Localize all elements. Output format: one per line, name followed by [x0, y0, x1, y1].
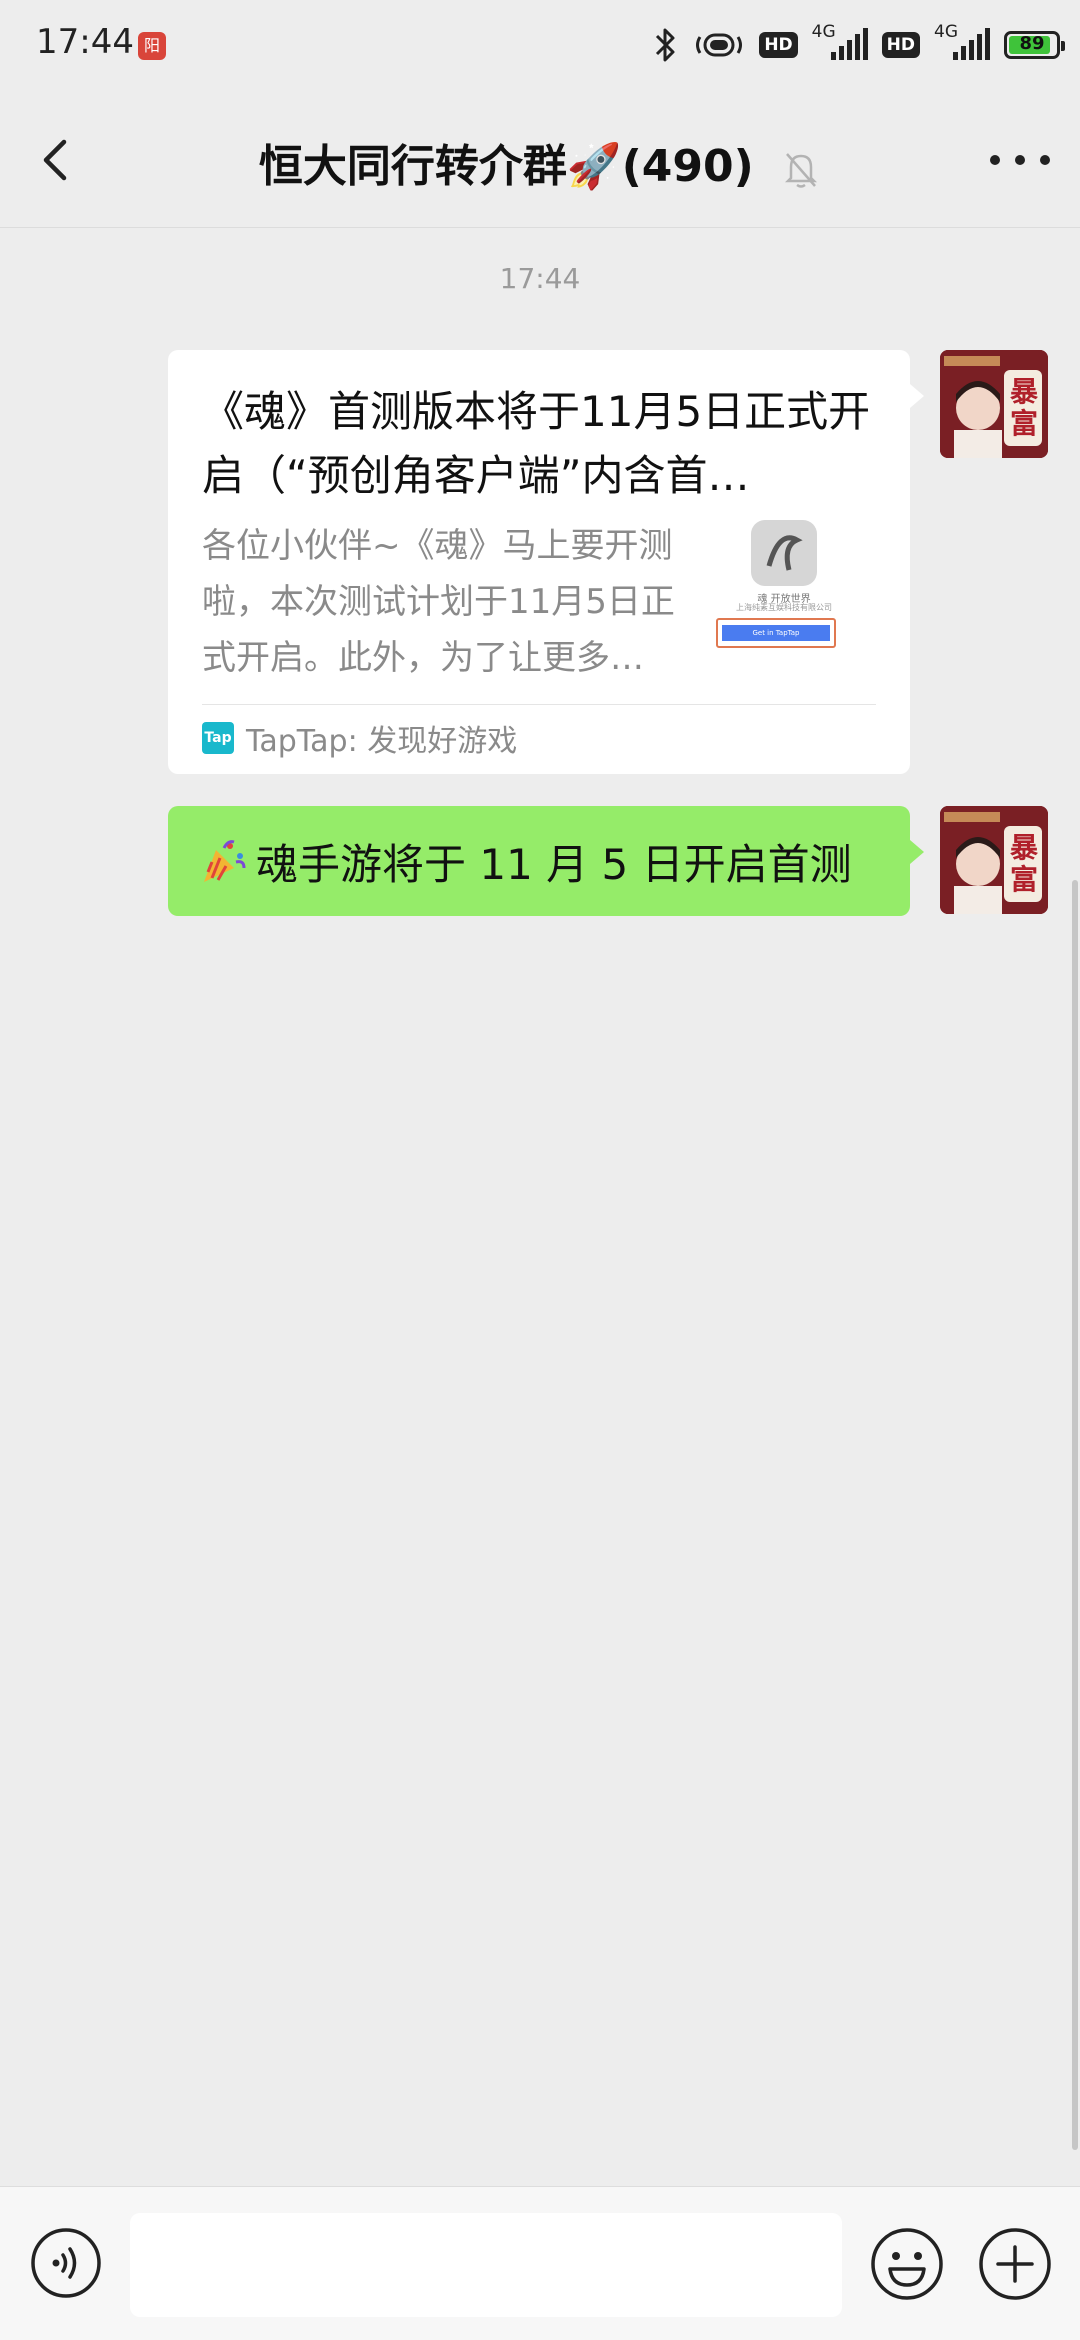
- link-card-title: 《魂》首测版本将于11月5日正式开启（“预创角客户端”内含首…: [202, 387, 871, 500]
- link-card-source: Tap TapTap: 发现好游戏: [202, 705, 876, 771]
- avatar[interactable]: 暴富: [940, 350, 1048, 458]
- signal-icon: 4G: [934, 22, 990, 64]
- link-card-message[interactable]: 《魂》首测版本将于11月5日正式开启（“预创角客户端”内含首… 各位小伙伴~《魂…: [168, 350, 924, 774]
- link-card-description: 各位小伙伴~《魂》马上要开测啦，本次测试计划于11月5日正式开启。此外，为了让更…: [202, 526, 675, 678]
- link-card-source-text: TapTap: 发现好游戏: [246, 724, 518, 759]
- avatar-text: 暴富: [1009, 831, 1038, 896]
- sent-text-message[interactable]: 魂手游将于 11 月 5 日开启首测: [168, 806, 924, 916]
- link-card-thumbnail: 魂 开放世界 上海纯素互娱科技有限公司 Get in TapTap: [706, 518, 862, 658]
- thumbnail-company: 上海纯素互娱科技有限公司: [736, 603, 832, 612]
- notification-app-icon: 阳: [138, 32, 166, 60]
- chat-header: 恒大同行转介群🚀(490): [0, 92, 1080, 228]
- more-icon[interactable]: [990, 140, 1050, 180]
- hd-icon: HD: [759, 32, 798, 58]
- group-name: 恒大同行转介群🚀(490): [258, 141, 754, 192]
- chat-title: 恒大同行转介群🚀(490): [0, 130, 1080, 194]
- battery-icon: 89: [1004, 31, 1065, 59]
- message-input[interactable]: [130, 2213, 842, 2317]
- avatar-text: 暴富: [1009, 375, 1038, 440]
- input-bar: [0, 2186, 1080, 2340]
- status-icons: HD 4G HD 4G 89: [651, 22, 1065, 68]
- message-timestamp: 17:44: [499, 262, 581, 295]
- signal-icon: 4G: [812, 22, 868, 64]
- voice-icon[interactable]: [30, 2227, 102, 2299]
- status-time: 17:44: [36, 22, 134, 62]
- bluetooth-icon: [656, 28, 675, 62]
- emoji-icon[interactable]: [870, 2227, 944, 2301]
- hd-icon: HD: [881, 32, 920, 58]
- avatar[interactable]: 暴富: [940, 806, 1048, 914]
- vibrate-icon: [696, 33, 743, 57]
- mute-bell-icon: [785, 153, 818, 188]
- status-bar: 17:44 阳 HD 4G HD 4G 89: [0, 0, 1080, 92]
- thumbnail-button-frame: Get in TapTap: [716, 618, 836, 648]
- taptap-logo-icon: Tap: [202, 722, 234, 754]
- plus-icon[interactable]: [978, 2227, 1052, 2301]
- game-logo-icon: [751, 520, 817, 586]
- message-text: 魂手游将于 11 月 5 日开启首测: [256, 839, 852, 889]
- battery-level: 89: [1019, 33, 1045, 54]
- party-popper-icon: [204, 840, 246, 882]
- scrollbar[interactable]: [1072, 880, 1078, 2150]
- thumbnail-button: Get in TapTap: [722, 625, 830, 641]
